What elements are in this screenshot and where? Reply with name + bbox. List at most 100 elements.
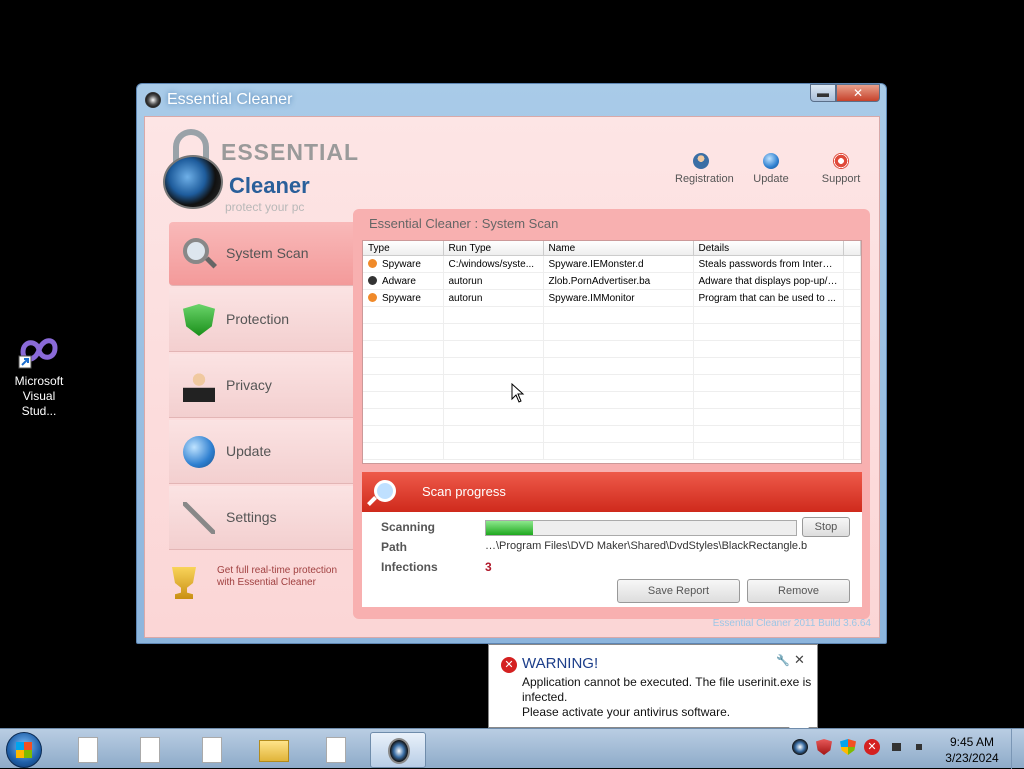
registration-link[interactable]: Registration bbox=[675, 153, 734, 185]
system-clock[interactable]: 9:45 AM 3/23/2024 bbox=[936, 734, 1008, 766]
close-button[interactable]: ✕ bbox=[836, 84, 880, 102]
registration-icon bbox=[693, 153, 709, 169]
window-controls: ▬ ✕ bbox=[810, 84, 880, 102]
table-row[interactable]: Spyware autorun Spyware.IMMonitor Program t… bbox=[363, 289, 861, 307]
app-logo: ESSENTIAL Cleaner protect your pc bbox=[163, 129, 363, 215]
cell-empty bbox=[363, 323, 444, 341]
cell-type: Adware bbox=[363, 272, 444, 290]
error-icon: ✕ bbox=[501, 657, 517, 673]
table-header-row: Type Run Type Name Details bbox=[363, 241, 861, 256]
cell-type-text: Adware bbox=[382, 275, 416, 287]
taskbar-item-document-2[interactable] bbox=[122, 732, 178, 768]
cell-empty bbox=[693, 425, 844, 443]
action-center-shield-icon[interactable] bbox=[840, 739, 856, 755]
red-shield-icon[interactable] bbox=[816, 739, 832, 755]
cell-empty bbox=[363, 442, 444, 460]
window-client: ESSENTIAL Cleaner protect your pc Regist… bbox=[144, 116, 880, 638]
column-header-run-type[interactable]: Run Type bbox=[443, 241, 544, 256]
system-tray: ✕ bbox=[792, 739, 930, 757]
essential-cleaner-tray-icon[interactable] bbox=[792, 739, 808, 755]
table-row-empty bbox=[363, 425, 861, 443]
error-tray-icon[interactable]: ✕ bbox=[864, 739, 880, 755]
cell-empty bbox=[843, 408, 861, 426]
taskbar-item-document-4[interactable] bbox=[308, 732, 364, 768]
cell-empty bbox=[843, 323, 861, 341]
cell-empty bbox=[693, 408, 844, 426]
visual-studio-icon bbox=[15, 330, 63, 370]
update-link[interactable]: Update bbox=[745, 153, 797, 185]
cell-empty bbox=[443, 408, 544, 426]
promo-link[interactable]: Get full real-time protection with Essen… bbox=[169, 565, 355, 605]
column-header-type[interactable]: Type bbox=[363, 241, 444, 256]
promo-text: Get full real-time protection with Essen… bbox=[217, 565, 338, 588]
nav-item-update[interactable]: Update bbox=[169, 420, 355, 484]
start-button[interactable] bbox=[6, 732, 42, 768]
minimize-button[interactable]: ▬ bbox=[810, 84, 836, 102]
registration-label: Registration bbox=[675, 173, 734, 185]
scan-progress-fill bbox=[486, 521, 533, 535]
remove-button[interactable]: Remove bbox=[747, 579, 850, 603]
cell-name-text: Spyware.IEMonster.d bbox=[548, 258, 644, 270]
column-header-name[interactable]: Name bbox=[543, 241, 694, 256]
nav-item-settings[interactable]: Settings bbox=[169, 486, 355, 550]
cell-empty bbox=[693, 323, 844, 341]
threat-table: Type Run Type Name Details Spyware C:/win… bbox=[362, 240, 862, 464]
desktop-icon-visual-studio[interactable]: Microsoft Visual Stud... bbox=[4, 330, 74, 419]
logo-tagline: protect your pc bbox=[225, 200, 305, 214]
column-header-details[interactable]: Details bbox=[693, 241, 844, 256]
nav-item-protection[interactable]: Protection bbox=[169, 288, 355, 352]
sidebar-nav: System Scan Protection Privacy Update Se… bbox=[169, 222, 355, 552]
notification-title: WARNING! bbox=[522, 655, 599, 672]
show-desktop-button[interactable] bbox=[1011, 729, 1024, 769]
taskbar-item-explorer[interactable] bbox=[246, 732, 302, 768]
nav-item-system-scan[interactable]: System Scan bbox=[169, 222, 355, 286]
cell-empty bbox=[443, 442, 544, 460]
cell-name: Zlob.PornAdvertiser.ba bbox=[543, 272, 694, 290]
taskbar-item-document-3[interactable] bbox=[184, 732, 240, 768]
lifebuoy-icon bbox=[833, 153, 849, 169]
clock-time: 9:45 AM bbox=[949, 735, 995, 749]
cell-empty bbox=[443, 391, 544, 409]
warning-notification[interactable]: ✕ WARNING! 🔧 ✕ Application cannot be exe… bbox=[488, 644, 818, 741]
title-bar[interactable]: Essential Cleaner ▬ ✕ bbox=[137, 84, 886, 116]
essential-cleaner-window: Essential Cleaner ▬ ✕ ESSENTIAL Cleaner … bbox=[136, 83, 887, 644]
scan-progress-body: Scanning Stop Path …\Program Files\DVD M… bbox=[362, 512, 862, 607]
nav-item-privacy[interactable]: Privacy bbox=[169, 354, 355, 418]
cell-empty bbox=[363, 425, 444, 443]
cell-empty bbox=[843, 425, 861, 443]
shield-check-icon bbox=[183, 304, 215, 336]
cell-details: Adware that displays pop-up/p... bbox=[693, 272, 844, 290]
cell-run-type-text: autorun bbox=[448, 292, 483, 304]
save-report-button[interactable]: Save Report bbox=[617, 579, 740, 603]
taskbar-item-document-1[interactable] bbox=[60, 732, 116, 768]
volume-muted-icon[interactable] bbox=[914, 739, 930, 755]
cell-empty bbox=[543, 323, 694, 341]
notification-message: Application cannot be executed. The file… bbox=[522, 675, 812, 720]
desktop-icon-label: Microsoft Visual Stud... bbox=[14, 374, 64, 418]
taskbar-item-essential-cleaner[interactable] bbox=[370, 732, 426, 768]
table-row-empty bbox=[363, 442, 861, 460]
document-icon bbox=[202, 737, 222, 763]
cell-empty bbox=[543, 425, 694, 443]
cell-empty bbox=[543, 357, 694, 375]
cell-empty bbox=[693, 340, 844, 358]
wrench-icon[interactable]: 🔧 bbox=[776, 654, 790, 667]
notification-close-button[interactable]: ✕ bbox=[794, 652, 805, 668]
spy-icon bbox=[183, 370, 215, 402]
table-row[interactable]: Spyware C:/windows/syste... Spyware.IEMons… bbox=[363, 255, 861, 273]
stop-button[interactable]: Stop bbox=[802, 517, 850, 537]
cell-type: Spyware bbox=[363, 255, 444, 273]
table-row[interactable]: Adware autorun Zlob.PornAdvertiser.ba Adwar… bbox=[363, 272, 861, 290]
support-link[interactable]: Support bbox=[815, 153, 867, 185]
cell-empty bbox=[543, 391, 694, 409]
cell-empty bbox=[443, 357, 544, 375]
scanning-label: Scanning bbox=[381, 520, 436, 534]
cell-filler bbox=[843, 272, 861, 290]
network-icon[interactable] bbox=[888, 739, 906, 757]
cell-run-type-text: autorun bbox=[448, 275, 483, 287]
cell-empty bbox=[443, 425, 544, 443]
threat-level-icon bbox=[368, 258, 377, 268]
app-icon bbox=[145, 92, 161, 108]
update-label: Update bbox=[753, 173, 789, 185]
document-icon bbox=[140, 737, 160, 763]
